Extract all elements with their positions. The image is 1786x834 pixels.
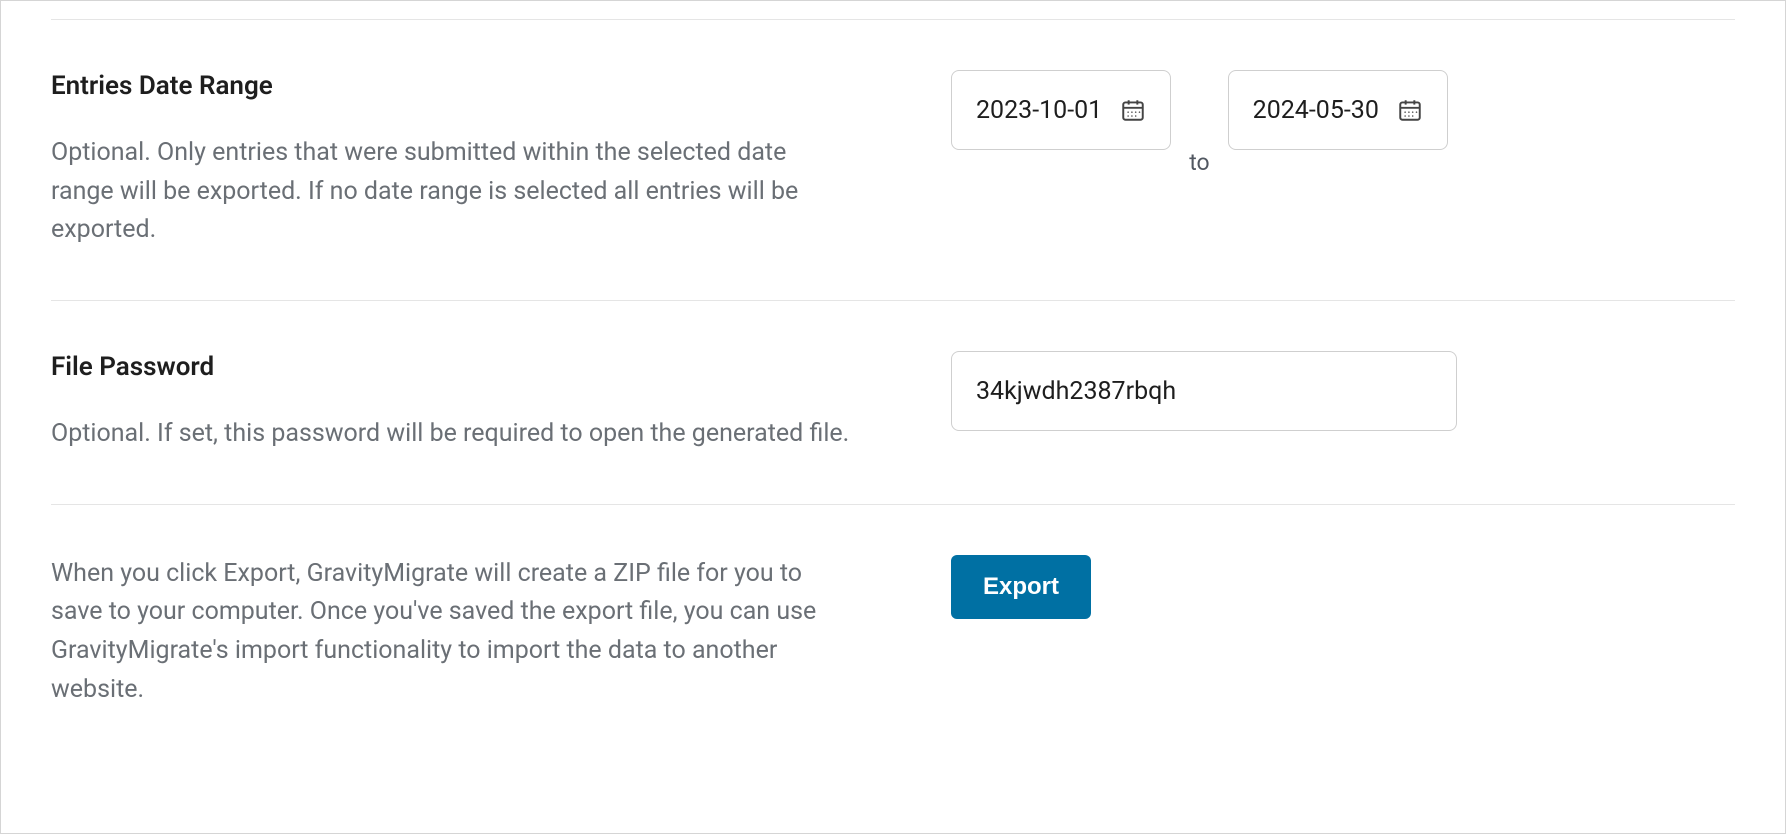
file-password-label-group: File Password Optional. If set, this pas… <box>51 351 951 454</box>
date-start-value: 2023-10-01 <box>976 96 1102 125</box>
row-export: When you click Export, GravityMigrate wi… <box>51 504 1735 710</box>
date-range-label-group: Entries Date Range Optional. Only entrie… <box>51 70 951 250</box>
date-range-description: Optional. Only entries that were submitt… <box>51 134 851 250</box>
row-file-password: File Password Optional. If set, this pas… <box>51 300 1735 504</box>
date-range-title: Entries Date Range <box>51 70 851 104</box>
row-date-range: Entries Date Range Optional. Only entrie… <box>51 19 1735 300</box>
export-button[interactable]: Export <box>951 555 1091 619</box>
file-password-title: File Password <box>51 351 851 385</box>
date-end-input[interactable]: 2024-05-30 <box>1228 70 1448 150</box>
export-label-group: When you click Export, GravityMigrate wi… <box>51 555 951 710</box>
settings-panel: Entries Date Range Optional. Only entrie… <box>0 0 1786 834</box>
date-range-inputs: 2023-10-01 <box>951 70 1735 250</box>
file-password-input-wrap <box>951 351 1735 454</box>
calendar-icon <box>1120 97 1146 123</box>
file-password-description: Optional. If set, this password will be … <box>51 415 851 454</box>
date-start-input[interactable]: 2023-10-01 <box>951 70 1171 150</box>
date-range-separator: to <box>1189 149 1209 176</box>
export-button-wrap: Export <box>951 555 1735 710</box>
calendar-icon <box>1397 97 1423 123</box>
date-end-value: 2024-05-30 <box>1253 96 1379 125</box>
file-password-input[interactable] <box>951 351 1457 431</box>
export-description: When you click Export, GravityMigrate wi… <box>51 555 851 710</box>
